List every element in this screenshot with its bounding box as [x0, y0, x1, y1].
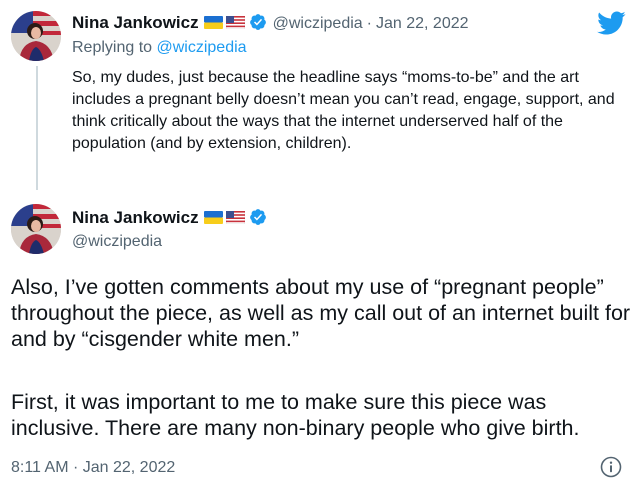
us-flag-icon — [225, 209, 245, 225]
author-handle[interactable]: @wiczipedia — [273, 15, 363, 32]
replying-to-handle-link[interactable]: @wiczipedia — [157, 39, 247, 56]
first-tweet-header: Nina Jankowicz @wiczipedia · Jan 22, 2022 — [72, 12, 469, 34]
tweet-date[interactable]: Jan 22, 2022 — [376, 15, 469, 32]
info-icon[interactable] — [600, 456, 622, 478]
replying-to-line: Replying to @wiczipedia — [72, 38, 247, 58]
first-tweet-text: So, my dudes, just because the headline … — [72, 69, 615, 152]
author-name[interactable]: Nina Jankowicz — [72, 208, 199, 227]
header-separator: · — [366, 15, 372, 32]
twitter-bird-icon[interactable] — [596, 10, 626, 36]
thread-connector-line — [36, 66, 38, 190]
author-handle[interactable]: @wiczipedia — [72, 232, 162, 252]
us-flag-icon — [225, 14, 245, 30]
avatar-image — [11, 11, 61, 61]
verified-badge-icon — [249, 208, 267, 226]
main-tweet-paragraph-1: Also, I’ve gotten comments about my use … — [11, 275, 631, 351]
avatar[interactable] — [11, 204, 61, 254]
verified-badge-icon — [249, 13, 267, 31]
replying-to-label: Replying to — [72, 39, 153, 56]
author-name[interactable]: Nina Jankowicz — [72, 13, 199, 32]
avatar-image — [11, 204, 61, 254]
ukraine-flag-icon — [203, 209, 223, 224]
avatar[interactable] — [11, 11, 61, 61]
tweet-timestamp[interactable]: 8:11 AM · Jan 22, 2022 — [11, 458, 175, 478]
main-tweet-header: Nina Jankowicz — [72, 207, 267, 229]
main-tweet-paragraph-2: First, it was important to me to make su… — [11, 390, 580, 440]
ukraine-flag-icon — [203, 14, 223, 29]
